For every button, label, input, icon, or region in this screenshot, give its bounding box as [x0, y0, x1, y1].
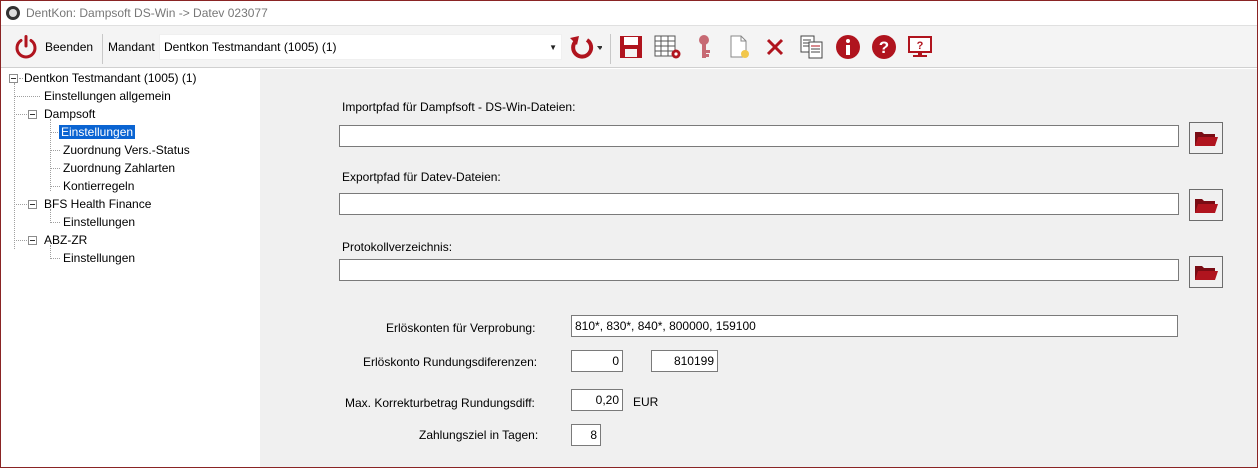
help-icon: ? — [872, 35, 896, 59]
tree-connector — [14, 114, 27, 115]
export-path-browse-button[interactable] — [1189, 189, 1223, 221]
table-settings-button[interactable] — [653, 32, 683, 62]
delete-button[interactable] — [761, 32, 789, 62]
remote-support-icon: ? — [908, 36, 932, 57]
tree-connector — [14, 204, 27, 205]
tree-item-dampsoft-settings[interactable]: Einstellungen — [59, 123, 136, 141]
collapse-icon[interactable] — [9, 74, 18, 83]
tree-item-bfs-settings[interactable]: Einstellungen — [63, 213, 135, 231]
refresh-button[interactable] — [565, 32, 605, 62]
copy-icon — [800, 35, 823, 59]
toolbar: Beenden Mandant Dentkon Testmandant (100… — [1, 25, 1257, 68]
new-document-icon — [730, 35, 749, 58]
key-button[interactable] — [691, 32, 717, 62]
folder-icon — [1195, 266, 1218, 280]
max-correction-label: Max. Korrekturbetrag Rundungsdiff: — [345, 396, 535, 410]
save-icon — [620, 36, 642, 58]
tree-item-label: ABZ-ZR — [44, 233, 88, 247]
tree-connector — [14, 240, 27, 241]
delete-icon — [766, 38, 784, 56]
revenue-accounts-input[interactable]: 810*, 830*, 840*, 800000, 159100 — [571, 315, 1178, 337]
tree-connector — [50, 119, 51, 191]
tree-item-root[interactable]: Dentkon Testmandant (1005) (1) — [24, 69, 197, 87]
tree-item-posting-rules[interactable]: Kontierregeln — [63, 177, 134, 195]
app-logo-icon — [6, 6, 20, 20]
folder-icon — [1195, 132, 1218, 146]
tree-item-insurance-status[interactable]: Zuordnung Vers.-Status — [63, 141, 190, 159]
tree-item-label: Einstellungen allgemein — [44, 89, 171, 103]
payment-term-label: Zahlungsziel in Tagen: — [419, 428, 539, 442]
svg-text:?: ? — [879, 38, 889, 57]
app-window: DentKon: Dampsoft DS-Win -> Datev 023077… — [0, 0, 1258, 468]
collapse-icon[interactable] — [28, 236, 37, 245]
table-settings-icon — [654, 35, 681, 59]
new-document-button[interactable] — [725, 32, 753, 62]
settings-panel: Importpfad für Dampfsoft - DS-Win-Dateie… — [260, 69, 1257, 467]
mandant-label: Mandant — [108, 40, 155, 54]
remote-support-button[interactable]: ? — [905, 32, 935, 62]
tree-item-payment-types[interactable]: Zuordnung Zahlarten — [63, 159, 175, 177]
toolbar-separator — [102, 34, 103, 64]
log-directory-browse-button[interactable] — [1189, 256, 1223, 288]
collapse-icon[interactable] — [28, 200, 37, 209]
tree-connector — [50, 186, 60, 187]
tree-item-label: Zuordnung Vers.-Status — [63, 143, 190, 157]
copy-button[interactable] — [797, 32, 827, 62]
exit-label: Beenden — [45, 40, 94, 54]
tree-item-label: Zuordnung Zahlarten — [63, 161, 176, 175]
folder-icon — [1195, 199, 1218, 213]
export-path-input[interactable] — [339, 193, 1179, 215]
import-path-input[interactable] — [339, 125, 1179, 147]
window-title: DentKon: Dampsoft DS-Win -> Datev 023077 — [26, 6, 268, 20]
tree-connector — [50, 258, 60, 259]
exit-button[interactable]: Beenden — [13, 32, 99, 62]
tree-item-label: Dentkon Testmandant (1005) (1) — [24, 71, 197, 85]
tree-connector — [19, 78, 23, 79]
tree-connector — [50, 150, 60, 151]
power-icon — [15, 35, 37, 59]
tree-item-label: Einstellungen — [59, 125, 136, 139]
tree-item-dampsoft[interactable]: Dampsoft — [44, 105, 95, 123]
help-button[interactable]: ? — [869, 32, 899, 62]
info-button[interactable] — [833, 32, 863, 62]
import-path-browse-button[interactable] — [1189, 122, 1223, 154]
rounding-account-input-2[interactable]: 810199 — [651, 350, 718, 372]
info-icon — [836, 35, 860, 59]
svg-text:?: ? — [917, 40, 924, 52]
log-directory-input[interactable] — [339, 259, 1179, 281]
tree-item-abz-settings[interactable]: Einstellungen — [63, 249, 135, 267]
rounding-account-input-1[interactable]: 0 — [571, 350, 623, 372]
tree-item-label: Einstellungen — [63, 251, 136, 265]
collapse-icon[interactable] — [28, 110, 37, 119]
tree-connector — [50, 222, 60, 223]
tree-item-label: Dampsoft — [44, 107, 96, 121]
tree-item-label: Kontierregeln — [63, 179, 135, 193]
navigation-tree: Dentkon Testmandant (1005) (1) Einstellu… — [1, 69, 260, 467]
tree-item-label: BFS Health Finance — [44, 197, 152, 211]
mandant-select[interactable]: Dentkon Testmandant (1005) (1) ▼ — [159, 34, 562, 60]
tree-connector — [14, 83, 15, 249]
max-correction-input[interactable]: 0,20 — [571, 389, 623, 411]
rounding-account-label: Erlöskonto Rundungsdiferenzen: — [363, 355, 538, 369]
tree-item-abz[interactable]: ABZ-ZR — [44, 231, 87, 249]
revenue-accounts-label: Erlöskonten für Verprobung: — [386, 321, 536, 335]
toolbar-separator — [610, 34, 611, 64]
tree-connector — [14, 96, 40, 97]
refresh-icon — [570, 36, 602, 59]
key-icon — [699, 35, 710, 58]
save-button[interactable] — [617, 32, 645, 62]
payment-term-input[interactable]: 8 — [571, 424, 601, 446]
import-path-label: Importpfad für Dampfsoft - DS-Win-Dateie… — [342, 100, 576, 114]
tree-item-general-settings[interactable]: Einstellungen allgemein — [44, 87, 171, 105]
dropdown-arrow-icon: ▼ — [549, 43, 557, 52]
title-bar: DentKon: Dampsoft DS-Win -> Datev 023077 — [1, 1, 1257, 25]
export-path-label: Exportpfad für Datev-Dateien: — [342, 170, 501, 184]
log-directory-label: Protokollverzeichnis: — [342, 240, 453, 254]
tree-connector — [50, 168, 60, 169]
tree-item-bfs[interactable]: BFS Health Finance — [44, 195, 151, 213]
currency-label: EUR — [633, 395, 659, 409]
mandant-value: Dentkon Testmandant (1005) (1) — [164, 40, 337, 54]
tree-item-label: Einstellungen — [63, 215, 136, 229]
